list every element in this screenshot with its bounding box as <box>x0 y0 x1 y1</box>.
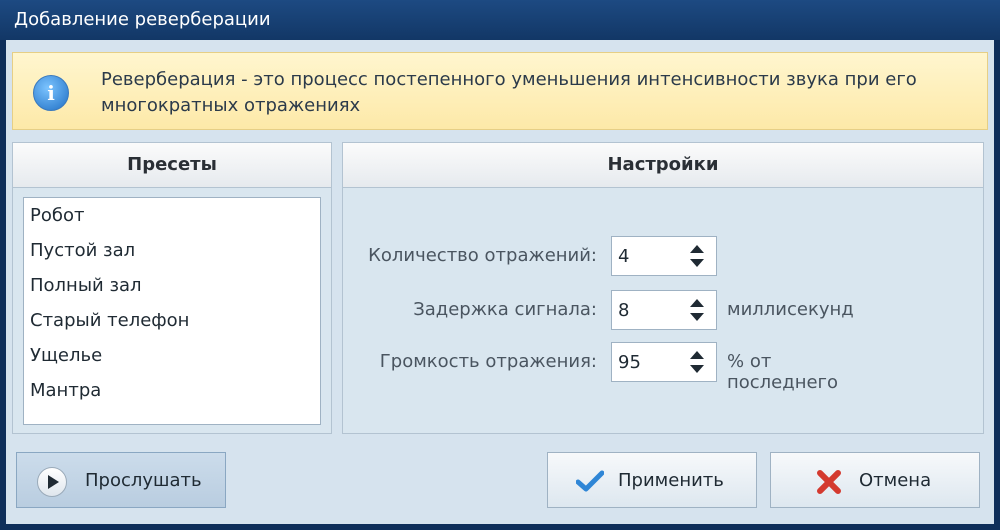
presets-panel: Пресеты Робот Пустой зал Полный зал Стар… <box>12 142 332 434</box>
reflections-stepper[interactable]: 4 <box>611 236 717 276</box>
play-button[interactable]: Прослушать <box>16 452 226 508</box>
increment-icon[interactable] <box>690 245 704 253</box>
cancel-button-label: Отмена <box>859 470 932 491</box>
dialog-body: i Реверберация - это процесс постепенног… <box>6 40 994 524</box>
preset-item-mantra[interactable]: Мантра <box>24 373 320 408</box>
volume-unit: % от последнего <box>727 351 839 393</box>
settings-header: Настройки <box>343 143 983 188</box>
title-bar[interactable]: Добавление реверберации <box>0 0 1000 40</box>
apply-button[interactable]: Применить <box>547 452 757 508</box>
delay-value: 8 <box>618 300 630 321</box>
play-icon <box>37 467 67 497</box>
volume-stepper[interactable]: 95 <box>611 342 717 382</box>
info-banner: i Реверберация - это процесс постепенног… <box>12 52 988 130</box>
decrement-icon[interactable] <box>690 259 704 267</box>
close-icon <box>817 470 841 494</box>
volume-label: Громкость отражения: <box>379 351 597 372</box>
info-text: Реверберация - это процесс постепенного … <box>101 69 917 116</box>
delay-label: Задержка сигнала: <box>413 299 597 320</box>
increment-icon[interactable] <box>690 299 704 307</box>
delay-spin-arrows[interactable] <box>690 297 706 325</box>
decrement-icon[interactable] <box>690 365 704 373</box>
settings-panel: Настройки Количество отражений: 4 Задерж… <box>342 142 984 434</box>
volume-spin-arrows[interactable] <box>690 349 706 377</box>
reflections-value: 4 <box>618 246 630 267</box>
delay-stepper[interactable]: 8 <box>611 290 717 330</box>
preset-item-robot[interactable]: Робот <box>24 198 320 233</box>
volume-value: 95 <box>618 352 641 373</box>
dialog-window: Добавление реверберации i Реверберация -… <box>0 0 1000 530</box>
cancel-button[interactable]: Отмена <box>770 452 980 508</box>
delay-unit: миллисекунд <box>727 299 854 320</box>
apply-button-label: Применить <box>618 470 724 491</box>
reflections-spin-arrows[interactable] <box>690 243 706 271</box>
info-icon: i <box>33 75 69 111</box>
play-button-label: Прослушать <box>85 470 202 491</box>
reflections-label: Количество отражений: <box>368 245 597 266</box>
preset-item-full-hall[interactable]: Полный зал <box>24 268 320 303</box>
decrement-icon[interactable] <box>690 313 704 321</box>
presets-header: Пресеты <box>13 143 331 188</box>
window-title: Добавление реверберации <box>14 9 271 30</box>
increment-icon[interactable] <box>690 351 704 359</box>
check-icon <box>576 470 604 492</box>
